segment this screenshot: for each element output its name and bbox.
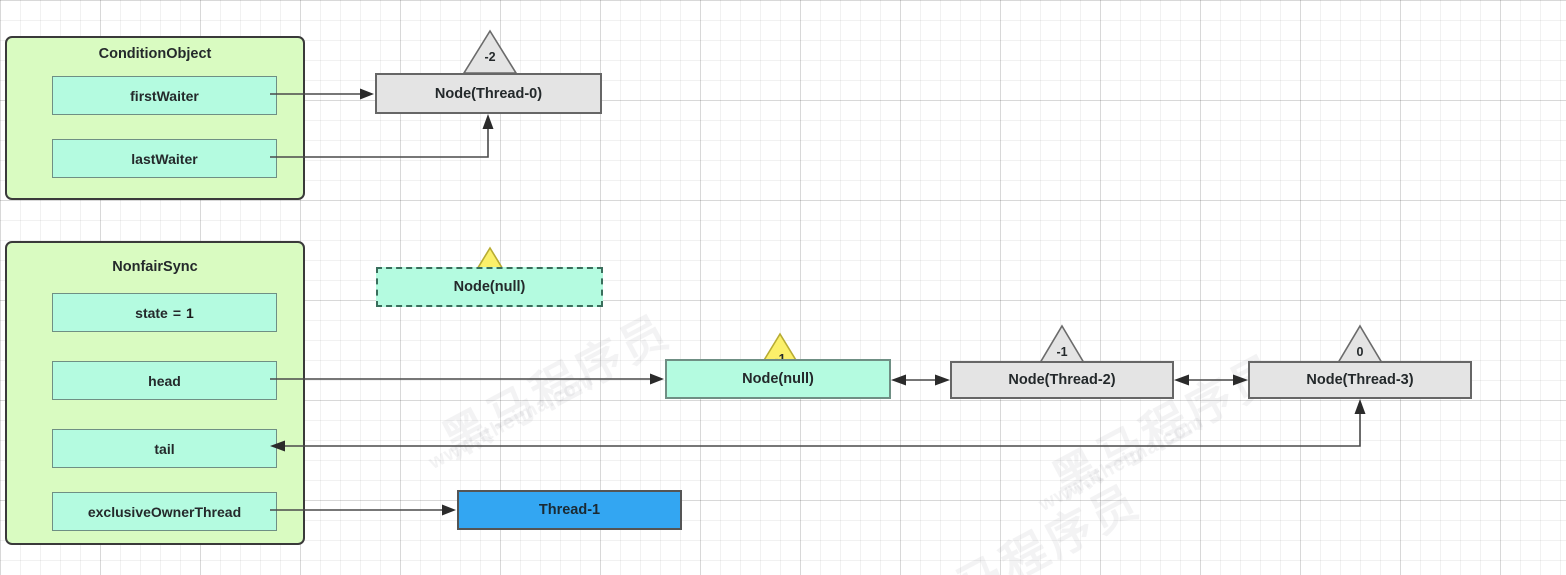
edge-node-thread-2-to-node-thread-3: [1174, 374, 1248, 386]
node-thread-0-label: Node(Thread-0): [434, 85, 543, 102]
edge-node-thread-3-to-tail: [270, 399, 1366, 452]
field-exclusive-owner-thread-label: exclusiveOwnerThread: [87, 503, 242, 520]
watermark-url-1: www.itheima.com: [425, 368, 598, 474]
field-head[interactable]: head: [52, 361, 277, 400]
nonfair-sync-group: NonfairSync state = 1 head tail exclusiv…: [5, 241, 305, 545]
wait-status-label-node-thread-3: 0: [1356, 345, 1364, 359]
edge-head-to-node-null-head: [270, 373, 664, 385]
node-thread-2-label: Node(Thread-2): [1008, 372, 1116, 388]
node-thread-3[interactable]: Node(Thread-3): [1248, 361, 1472, 399]
field-state-operator: =: [172, 304, 182, 321]
field-tail[interactable]: tail: [52, 429, 277, 468]
field-first-waiter-label: firstWaiter: [130, 87, 199, 104]
condition-object-title: ConditionObject: [98, 46, 212, 62]
watermark-brand-3: 黑马程序员: [903, 474, 1149, 575]
field-head-label: head: [148, 372, 181, 389]
field-first-waiter[interactable]: firstWaiter: [52, 76, 277, 115]
wait-status-label-node-thread-0: -2: [484, 50, 496, 64]
field-last-waiter[interactable]: lastWaiter: [52, 139, 277, 178]
watermark-url-2: www.itheima.com: [1035, 410, 1208, 516]
node-thread-1-label: Thread-1: [538, 502, 601, 518]
node-null-head-label: Node(null): [742, 371, 814, 387]
edge-node-null-head-to-node-thread-2: [891, 374, 950, 386]
watermark-brand-1: 黑马程序员: [433, 304, 679, 468]
node-thread-3-label: Node(Thread-3): [1306, 372, 1414, 388]
condition-object-group: ConditionObject firstWaiter lastWaiter: [5, 36, 305, 200]
node-null-dashed-label: Node(null): [453, 279, 526, 295]
field-exclusive-owner-thread[interactable]: exclusiveOwnerThread: [52, 492, 277, 531]
field-state-value: 1: [186, 304, 194, 321]
field-last-waiter-label: lastWaiter: [131, 150, 198, 167]
node-thread-0[interactable]: Node(Thread-0): [375, 73, 602, 114]
field-state[interactable]: state = 1: [52, 293, 277, 332]
field-state-label: state: [135, 304, 168, 321]
nonfair-sync-title: NonfairSync: [112, 259, 198, 275]
wait-status-triangle-node-thread-0: -2: [462, 29, 518, 74]
field-tail-label: tail: [154, 440, 175, 457]
wait-status-label-node-thread-2: -1: [1056, 345, 1068, 359]
node-null-dashed[interactable]: Node(null): [376, 267, 603, 307]
node-thread-1[interactable]: Thread-1: [457, 490, 682, 530]
node-thread-2[interactable]: Node(Thread-2): [950, 361, 1174, 399]
node-null-head[interactable]: Node(null): [665, 359, 891, 399]
diagram-canvas: 黑马程序员 www.itheima.com 黑马程序员 www.itheima.…: [0, 0, 1566, 575]
